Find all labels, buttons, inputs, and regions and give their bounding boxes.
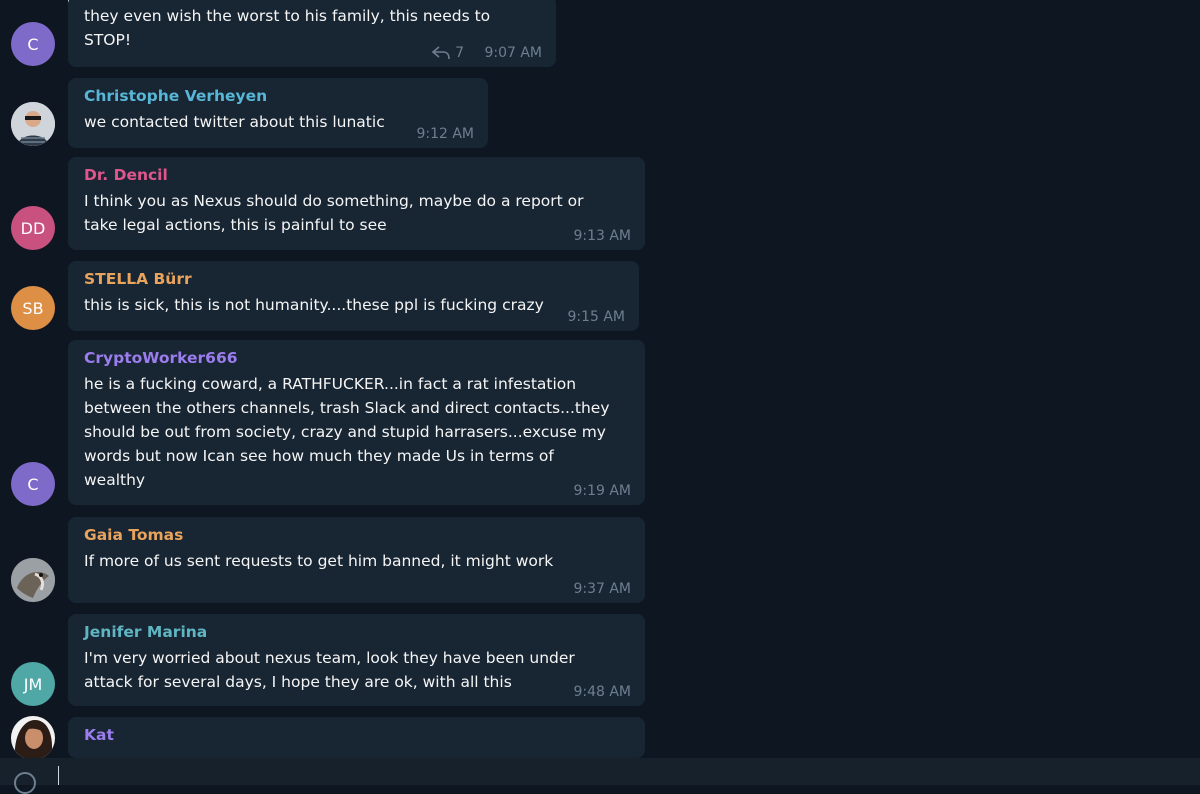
message-text: I'm very worried about nexus team, look … [84, 646, 629, 694]
message-bubble[interactable]: Christophe Verheyen we contacted twitter… [68, 78, 488, 148]
avatar[interactable]: C [11, 22, 55, 66]
message-bubble[interactable]: STELLA Bürr this is sick, this is not hu… [68, 261, 639, 331]
message-line: take legal actions, this is painful to s… [84, 216, 387, 234]
message-time: 9:19 AM [573, 483, 631, 499]
message-time: 9:37 AM [573, 581, 631, 597]
avatar-initials: SB [22, 298, 44, 318]
message-line: I think you as Nexus should do something… [84, 192, 584, 210]
message-bubble[interactable]: Gaia Tomas If more of us sent requests t… [68, 517, 645, 603]
message-composer[interactable] [0, 758, 1200, 794]
avatar[interactable]: DD [11, 206, 55, 250]
message-text: I think you as Nexus should do something… [84, 189, 629, 237]
message-line: between the others channels, trash Slack… [84, 399, 610, 417]
message-bubble[interactable]: CryptoWorker666 he is a fucking coward, … [68, 340, 645, 505]
profile-photo-icon [11, 716, 55, 760]
profile-photo-icon [11, 102, 55, 146]
message-line: wealthy [84, 471, 146, 489]
message-time: 9:15 AM [567, 309, 625, 325]
message-bubble[interactable]: Jenifer Marina I'm very worried about ne… [68, 614, 645, 706]
message-text: they even wish the worst to his family, … [84, 4, 540, 52]
message-author[interactable]: CryptoWorker666 [84, 348, 629, 368]
message-author[interactable]: Dr. Dencil [84, 165, 629, 185]
message-bubble[interactable]: Dr. Dencil I think you as Nexus should d… [68, 157, 645, 250]
avatar-initials: C [27, 34, 39, 54]
message-bubble[interactable]: Kat [68, 717, 645, 758]
avatar[interactable] [11, 716, 55, 760]
message-text: this is sick, this is not humanity....th… [84, 296, 544, 314]
avatar-initials: DD [20, 218, 46, 238]
message-text: we contacted twitter about this lunatic [84, 113, 385, 131]
message-author[interactable]: Gaia Tomas [84, 525, 629, 545]
message-line: words but now Ican see how much they mad… [84, 447, 554, 465]
message-time: 9:12 AM [416, 126, 474, 142]
avatar[interactable]: JM [11, 662, 55, 706]
message-line: I'm very worried about nexus team, look … [84, 649, 575, 667]
avatar[interactable]: C [11, 462, 55, 506]
message-text: If more of us sent requests to get him b… [84, 552, 554, 570]
message-line: attack for several days, I hope they are… [84, 673, 512, 691]
message-input[interactable] [60, 758, 1164, 787]
avatar[interactable]: SB [11, 286, 55, 330]
message-line: STOP! [84, 31, 132, 49]
message-author[interactable]: Christophe Verheyen [84, 86, 472, 106]
message-bubble[interactable]: they even wish the worst to his family, … [68, 0, 556, 67]
message-time: 9:13 AM [573, 228, 631, 244]
paperclip-icon[interactable] [14, 772, 36, 794]
avatar[interactable] [11, 102, 55, 146]
message-author[interactable]: STELLA Bürr [84, 269, 623, 289]
message-time: 9:07 AM [484, 45, 542, 61]
avatar-initials: C [27, 474, 39, 494]
message-text: he is a fucking coward, a RATHFUCKER...i… [84, 372, 629, 492]
message-line: he is a fucking coward, a RATHFUCKER...i… [84, 375, 577, 393]
forward-count-value: 7 [455, 45, 464, 61]
reply-arrow-icon [432, 46, 450, 60]
message-line: should be out from society, crazy and st… [84, 423, 606, 441]
profile-photo-icon [11, 558, 55, 602]
avatar[interactable] [11, 558, 55, 602]
text-cursor [58, 766, 59, 785]
avatar-initials: JM [23, 674, 43, 694]
message-author[interactable]: Kat [84, 725, 629, 745]
message-author[interactable]: Jenifer Marina [84, 622, 629, 642]
forward-count[interactable]: 7 [432, 45, 464, 61]
message-time: 9:48 AM [573, 684, 631, 700]
message-line: they even wish the worst to his family, … [84, 7, 491, 25]
